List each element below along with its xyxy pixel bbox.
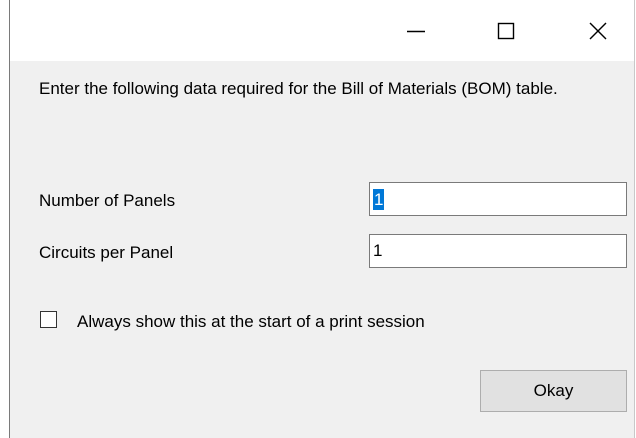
always-show-checkbox[interactable]: [40, 311, 57, 328]
minimize-button[interactable]: [387, 0, 445, 61]
maximize-icon: [497, 22, 515, 39]
number-of-panels-value: 1: [373, 188, 385, 210]
bom-dialog-window: Enter the following data required for th…: [9, 0, 635, 438]
close-button[interactable]: [569, 0, 627, 61]
circuits-per-panel-value: 1: [373, 241, 383, 260]
dialog-body: Enter the following data required for th…: [10, 61, 634, 438]
title-bar[interactable]: [10, 0, 634, 61]
always-show-label[interactable]: Always show this at the start of a print…: [77, 311, 425, 332]
number-of-panels-label: Number of Panels: [39, 191, 176, 210]
number-of-panels-input[interactable]: 1: [369, 182, 627, 216]
close-icon: [589, 22, 607, 39]
circuits-per-panel-input[interactable]: 1: [369, 234, 627, 268]
intro-text: Enter the following data required for th…: [39, 79, 558, 98]
minimize-icon: [407, 30, 425, 32]
okay-button[interactable]: Okay: [480, 370, 627, 412]
circuits-per-panel-label: Circuits per Panel: [39, 243, 174, 262]
maximize-button[interactable]: [477, 0, 535, 61]
